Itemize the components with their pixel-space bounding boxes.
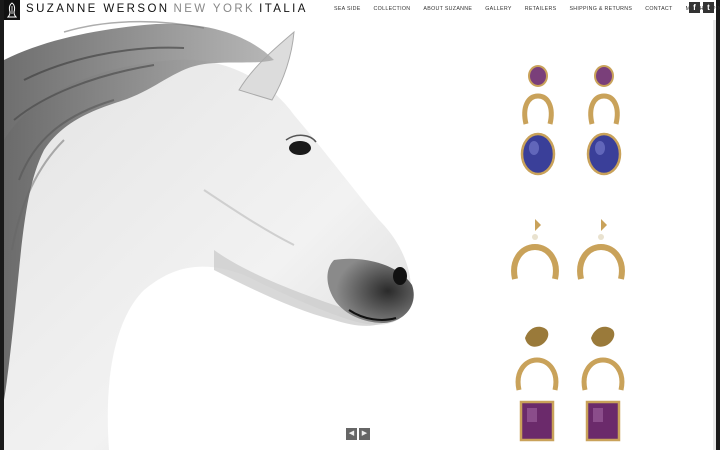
social-links: f t <box>689 2 714 13</box>
brand-city: NEW YORK <box>173 3 256 15</box>
earring-pair-horseshoe <box>511 219 625 280</box>
logo-mark[interactable] <box>4 0 20 20</box>
brand-country: ITALIA <box>259 3 308 15</box>
window-frame-right <box>716 0 720 450</box>
nav-item-about-suzanne[interactable]: ABOUT SUZANNE <box>423 5 472 13</box>
earring-pair-sapphire <box>520 65 622 176</box>
product-earrings-horseshoe[interactable] <box>505 215 645 295</box>
brand-name: SUZANNE WERSON <box>26 3 170 15</box>
product-earrings-sapphire[interactable] <box>508 62 648 177</box>
slider-controls: ◀ ▶ <box>346 428 370 440</box>
earring-pair-amethyst <box>515 326 625 442</box>
page-scrollbar[interactable] <box>713 20 716 450</box>
nav-item-retailers[interactable]: RETAILERS <box>525 5 557 13</box>
nav-item-shipping-returns[interactable]: SHIPPING & RETURNS <box>569 5 632 13</box>
hero-image-horse <box>4 20 444 450</box>
nav-item-gallery[interactable]: GALLERY <box>485 5 511 13</box>
main-nav: SEA SIDE COLLECTION ABOUT SUZANNE GALLER… <box>334 5 720 13</box>
twitter-icon[interactable]: t <box>703 2 714 13</box>
nav-item-collection[interactable]: COLLECTION <box>374 5 411 13</box>
site-header: SUZANNE WERSON NEW YORK ITALIA SEA SIDE CO… <box>4 0 720 20</box>
next-arrow-icon[interactable]: ▶ <box>359 428 370 440</box>
logo-icon <box>7 2 17 18</box>
horse-illustration <box>4 20 444 450</box>
prev-arrow-icon[interactable]: ◀ <box>346 428 357 440</box>
brand-wordmark[interactable]: SUZANNE WERSON NEW YORK ITALIA <box>26 2 308 16</box>
facebook-icon[interactable]: f <box>689 2 700 13</box>
nav-item-sea-side[interactable]: SEA SIDE <box>334 5 361 13</box>
product-earrings-amethyst[interactable] <box>505 320 645 445</box>
nav-item-contact[interactable]: CONTACT <box>645 5 672 13</box>
product-column <box>470 20 716 450</box>
